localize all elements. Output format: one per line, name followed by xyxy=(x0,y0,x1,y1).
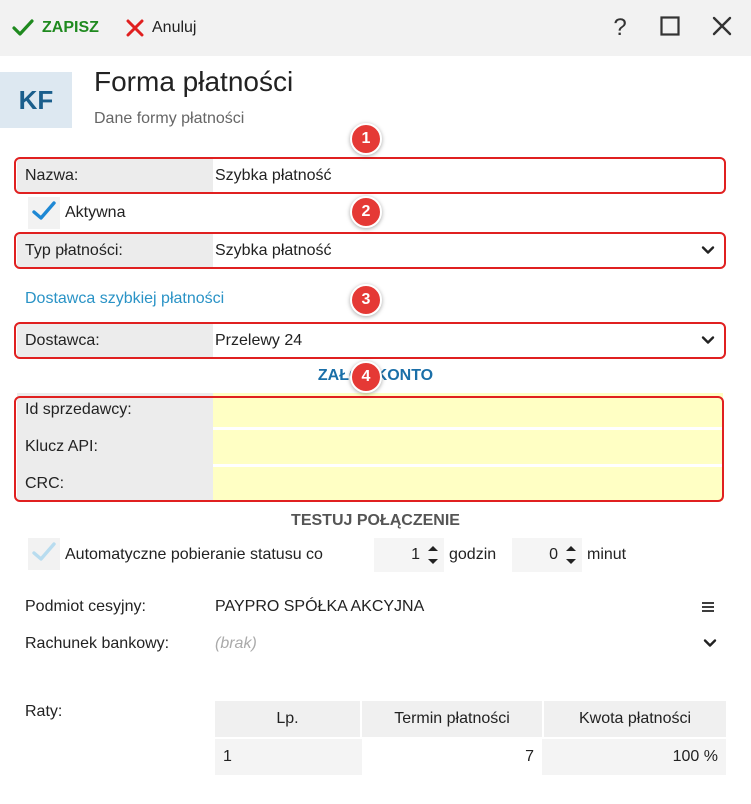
provider-value: Przelewy 24 xyxy=(215,332,303,349)
save-button[interactable]: ZAPISZ xyxy=(12,14,99,42)
toolbar xyxy=(0,0,751,56)
active-checkbox[interactable] xyxy=(28,197,60,229)
active-label: Aktywna xyxy=(65,204,126,221)
auto-status-checkbox[interactable] xyxy=(28,538,60,570)
stepper-arrows-icon xyxy=(426,542,440,568)
help-button[interactable]: ? xyxy=(606,14,634,42)
annotation-number-4: 4 xyxy=(350,361,382,393)
bank-account-label: Rachunek bankowy: xyxy=(25,635,170,652)
close-window-button[interactable] xyxy=(708,14,736,42)
auto-status-label: Automatyczne pobieranie statusu co xyxy=(65,546,323,563)
payment-type-value: Szybka płatność xyxy=(215,242,332,259)
maximize-button[interactable] xyxy=(656,14,684,42)
column-header-amount[interactable]: Kwota płatności xyxy=(544,701,726,737)
assignee-value: PAYPRO SPÓŁKA AKCYJNA xyxy=(215,598,425,615)
seller-id-field[interactable] xyxy=(213,393,723,427)
hours-stepper[interactable]: 1 xyxy=(374,538,444,572)
minutes-value: 0 xyxy=(549,546,558,563)
api-key-label: Klucz API: xyxy=(25,438,98,455)
bank-account-select[interactable]: (brak) xyxy=(213,627,725,661)
page-title: Forma płatności xyxy=(94,66,294,97)
name-label: Nazwa: xyxy=(25,167,79,184)
seller-id-label: Id sprzedawcy: xyxy=(25,401,132,418)
hours-label: godzin xyxy=(449,546,497,563)
minutes-stepper[interactable]: 0 xyxy=(512,538,582,572)
close-icon xyxy=(712,16,732,41)
help-icon: ? xyxy=(613,14,627,41)
checkmark-icon xyxy=(12,19,34,37)
provider-label: Dostawca: xyxy=(25,332,100,349)
name-field[interactable]: Szybka płatność xyxy=(213,159,723,193)
check-icon xyxy=(32,541,56,567)
test-connection-label: TESTUJ POŁĄCZENIE xyxy=(291,512,460,529)
api-key-field[interactable] xyxy=(213,430,723,464)
cancel-button[interactable]: Anuluj xyxy=(126,14,196,42)
cell-lp: 1 xyxy=(223,748,232,765)
name-value: Szybka płatność xyxy=(215,167,332,184)
maximize-icon xyxy=(660,15,680,41)
annotation-number-1: 1 xyxy=(350,123,382,155)
bank-account-placeholder: (brak) xyxy=(215,635,257,652)
cell-term[interactable]: 7 xyxy=(362,739,542,775)
payment-type-label: Typ płatności: xyxy=(25,242,123,259)
cancel-label: Anuluj xyxy=(152,19,197,36)
payment-type-select[interactable]: Szybka płatność xyxy=(213,234,723,268)
cell-amount: 100 % xyxy=(672,748,718,765)
provider-select[interactable]: Przelewy 24 xyxy=(213,324,723,358)
crc-label: CRC: xyxy=(25,475,65,492)
minutes-label: minut xyxy=(587,546,627,563)
hours-value: 1 xyxy=(411,546,420,563)
close-x-icon xyxy=(126,19,144,37)
page-subtitle: Dane formy płatności xyxy=(94,110,245,127)
assignee-label: Podmiot cesyjny: xyxy=(25,598,146,615)
annotation-number-3: 3 xyxy=(350,284,382,316)
stepper-arrows-icon xyxy=(564,542,578,568)
installments-label: Raty: xyxy=(25,703,63,720)
chevron-down-icon xyxy=(701,243,715,257)
provider-section-title: Dostawca szybkiej płatności xyxy=(25,290,225,307)
check-icon xyxy=(32,200,56,226)
chevron-down-icon xyxy=(703,636,717,650)
column-header-lp[interactable]: Lp. xyxy=(215,701,360,737)
chevron-down-icon xyxy=(701,333,715,347)
module-badge: KF xyxy=(0,72,72,128)
save-label: ZAPISZ xyxy=(42,19,99,36)
column-header-term[interactable]: Termin płatności xyxy=(362,701,542,737)
assignee-field[interactable]: PAYPRO SPÓŁKA AKCYJNA xyxy=(213,590,725,624)
test-connection-button[interactable]: TESTUJ POŁĄCZENIE xyxy=(0,512,751,530)
crc-field[interactable] xyxy=(213,467,723,501)
annotation-number-2: 2 xyxy=(350,196,382,228)
menu-icon[interactable] xyxy=(701,600,715,614)
